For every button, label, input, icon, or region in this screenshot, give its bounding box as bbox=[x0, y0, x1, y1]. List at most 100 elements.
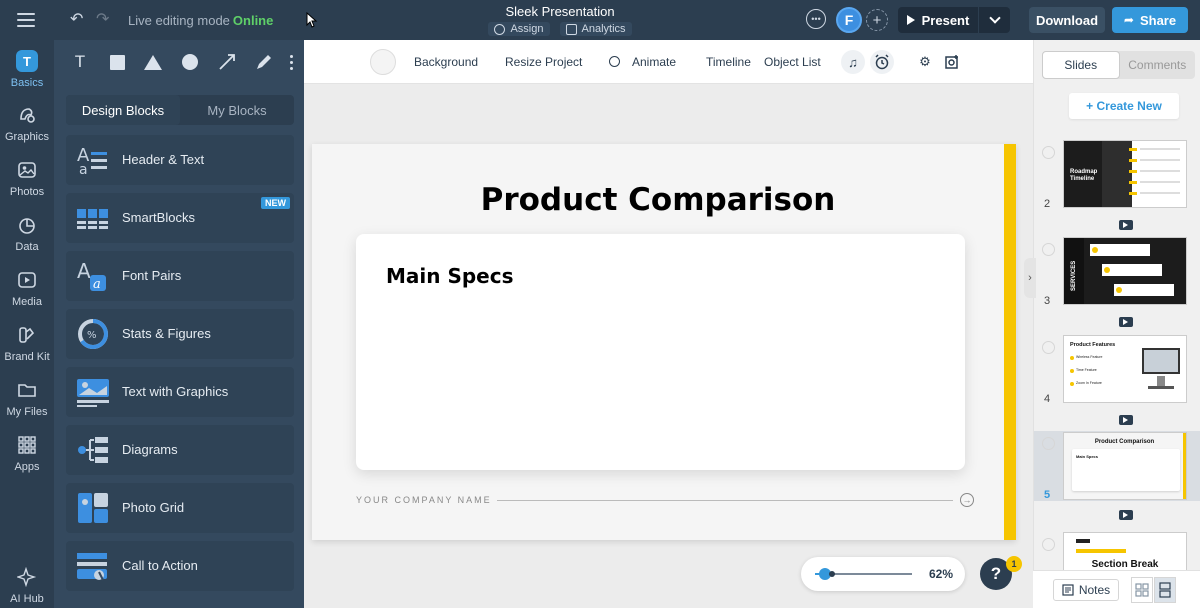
download-button[interactable]: Download bbox=[1029, 7, 1105, 33]
redo-icon[interactable]: ↷ bbox=[96, 11, 109, 29]
arrow-right-icon: → bbox=[960, 493, 974, 507]
rectangle-tool-icon[interactable] bbox=[107, 52, 127, 72]
tab-slides[interactable]: Slides bbox=[1042, 51, 1120, 79]
slide[interactable]: Product Comparison Main Specs YOUR COMPA… bbox=[312, 144, 1016, 540]
block-photo-grid[interactable]: Photo Grid bbox=[66, 483, 294, 533]
notes-button[interactable]: Notes bbox=[1053, 579, 1119, 601]
tab-design-blocks[interactable]: Design Blocks bbox=[66, 95, 180, 125]
blocks-tabs: Design Blocks My Blocks bbox=[66, 95, 294, 125]
block-label: Header & Text bbox=[122, 152, 205, 167]
media-icon bbox=[16, 269, 38, 291]
slide-number: 4 bbox=[1044, 393, 1051, 405]
tab-my-blocks[interactable]: My Blocks bbox=[180, 95, 294, 125]
comments-icon[interactable]: ••• bbox=[806, 9, 826, 29]
hamburger-menu-icon[interactable] bbox=[17, 13, 35, 27]
undo-icon[interactable]: ↶ bbox=[70, 11, 83, 29]
slide-thumbnail-6[interactable]: Section Break bbox=[1034, 532, 1200, 572]
nav-item-graphics[interactable]: Graphics bbox=[0, 104, 54, 143]
analytics-button[interactable]: Analytics bbox=[559, 22, 632, 36]
slide-transition-icon[interactable] bbox=[1119, 510, 1133, 520]
background-color-swatch[interactable] bbox=[370, 49, 396, 75]
block-stats-figures[interactable]: % Stats & Figures bbox=[66, 309, 294, 359]
block-diagrams[interactable]: Diagrams bbox=[66, 425, 294, 475]
resize-project-button[interactable]: Resize Project bbox=[505, 55, 582, 69]
slide-accent-bar[interactable] bbox=[1004, 144, 1016, 540]
slide-option-dot[interactable] bbox=[1042, 341, 1055, 354]
slide-thumbnail-4[interactable]: Product Features Wireless Feature Time F… bbox=[1034, 335, 1200, 435]
top-bar: ↶ ↷ Live editing mode Online Sleek Presen… bbox=[0, 0, 1200, 40]
ai-sparkle-icon bbox=[16, 566, 38, 588]
graphics-icon bbox=[16, 104, 38, 126]
share-arrow-icon: ➦ bbox=[1123, 13, 1134, 27]
slide-thumbnail-2[interactable]: Roadmap Timeline 2 bbox=[1034, 140, 1200, 240]
share-button[interactable]: ➦ Share bbox=[1112, 7, 1188, 33]
assign-button[interactable]: Assign bbox=[488, 22, 550, 36]
left-nav: T Basics Graphics Photos Data Media Bran… bbox=[0, 40, 54, 608]
list-view-icon[interactable] bbox=[1154, 577, 1176, 603]
call-to-action-icon bbox=[77, 553, 107, 581]
slide-transition-icon[interactable] bbox=[1119, 415, 1133, 425]
block-header-text[interactable]: Aa Header & Text bbox=[66, 135, 294, 185]
create-new-slide-button[interactable]: + Create New bbox=[1069, 93, 1179, 119]
slide-option-dot[interactable] bbox=[1042, 146, 1055, 159]
nav-item-my-files[interactable]: My Files bbox=[0, 379, 54, 418]
nav-item-brand-kit[interactable]: Brand Kit bbox=[0, 324, 54, 363]
animate-button[interactable]: Animate bbox=[632, 55, 676, 69]
more-tools-icon[interactable] bbox=[281, 52, 301, 72]
slide-transition-icon[interactable] bbox=[1119, 317, 1133, 327]
timeline-button[interactable]: Timeline bbox=[706, 55, 751, 69]
object-list-button[interactable]: Object List bbox=[764, 55, 821, 69]
nav-item-photos[interactable]: Photos bbox=[0, 159, 54, 198]
block-text-with-graphics[interactable]: Text with Graphics bbox=[66, 367, 294, 417]
nav-label: Photos bbox=[9, 186, 45, 198]
add-collaborator-icon[interactable]: + bbox=[866, 9, 888, 31]
nav-label: Brand Kit bbox=[4, 351, 50, 363]
slide-title[interactable]: Product Comparison bbox=[312, 182, 1004, 218]
block-font-pairs[interactable]: Aa Font Pairs bbox=[66, 251, 294, 301]
present-button[interactable]: Present bbox=[898, 7, 978, 33]
block-call-to-action[interactable]: Call to Action bbox=[66, 541, 294, 591]
card-title[interactable]: Main Specs bbox=[386, 264, 514, 288]
company-name-footer[interactable]: YOUR COMPANY NAME bbox=[356, 495, 492, 505]
editing-mode-status: Live editing mode Online bbox=[128, 13, 273, 28]
user-avatar[interactable]: F bbox=[836, 7, 862, 33]
thumbnail-image: SERVICES bbox=[1063, 237, 1187, 305]
nav-item-apps[interactable]: Apps bbox=[0, 434, 54, 473]
tab-comments[interactable]: Comments bbox=[1120, 51, 1196, 79]
text-tool-icon[interactable]: T bbox=[70, 52, 90, 72]
screenshot-icon[interactable] bbox=[940, 50, 964, 74]
triangle-tool-icon[interactable] bbox=[143, 52, 163, 72]
block-smartblocks[interactable]: SmartBlocks NEW bbox=[66, 193, 294, 243]
document-title[interactable]: Sleek Presentation bbox=[440, 4, 680, 19]
slide-number: 3 bbox=[1044, 295, 1051, 307]
block-label: Text with Graphics bbox=[122, 384, 229, 399]
slide-thumbnail-3[interactable]: SERVICES 3 bbox=[1034, 237, 1200, 337]
circle-tool-icon[interactable] bbox=[180, 52, 200, 72]
slide-option-dot[interactable] bbox=[1042, 243, 1055, 256]
present-options-chevron-down-icon[interactable] bbox=[979, 7, 1010, 33]
nav-item-media[interactable]: Media bbox=[0, 269, 54, 308]
zoom-level[interactable]: 62% bbox=[929, 567, 953, 581]
thumbnail-image: Product Features Wireless Feature Time F… bbox=[1063, 335, 1187, 403]
thumbnail-image: Section Break bbox=[1063, 532, 1187, 572]
slide-option-dot[interactable] bbox=[1042, 437, 1055, 450]
main-specs-card[interactable]: Main Specs bbox=[356, 234, 965, 470]
music-note-icon[interactable]: ♫ bbox=[841, 50, 865, 74]
slide-thumbnail-5[interactable]: Product Comparison Main Specs 5 bbox=[1034, 431, 1200, 501]
slide-transition-icon[interactable] bbox=[1119, 220, 1133, 230]
nav-item-basics[interactable]: T Basics bbox=[0, 50, 54, 89]
nav-item-ai-hub[interactable]: AI Hub bbox=[0, 566, 54, 605]
header-text-icon: Aa bbox=[77, 145, 107, 176]
block-label: Font Pairs bbox=[122, 268, 182, 283]
nav-label: Graphics bbox=[4, 131, 50, 143]
zoom-slider[interactable] bbox=[815, 568, 912, 580]
alarm-clock-icon[interactable] bbox=[870, 50, 894, 74]
settings-gear-icon[interactable]: ⚙ bbox=[913, 50, 937, 74]
slide-option-dot[interactable] bbox=[1042, 538, 1055, 551]
pen-tool-icon[interactable] bbox=[254, 52, 274, 72]
line-tool-icon[interactable] bbox=[217, 52, 237, 72]
grid-view-icon[interactable] bbox=[1131, 577, 1153, 603]
nav-item-data[interactable]: Data bbox=[0, 214, 54, 253]
text-with-graphics-icon bbox=[77, 379, 109, 407]
background-button[interactable]: Background bbox=[414, 55, 478, 69]
